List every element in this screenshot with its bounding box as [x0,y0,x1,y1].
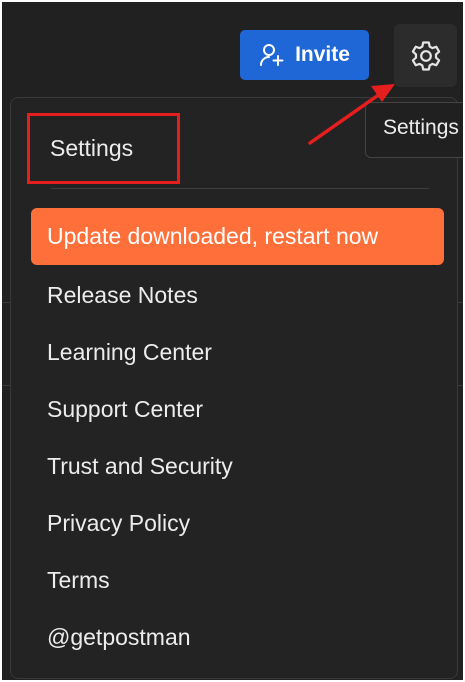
settings-gear-button[interactable] [394,24,457,87]
menu-item-privacy-policy[interactable]: Privacy Policy [47,508,190,538]
menu-item-label: Support Center [47,396,203,422]
menu-item-learning-center[interactable]: Learning Center [47,337,212,367]
menu-item-release-notes[interactable]: Release Notes [47,280,198,310]
menu-item-getpostman[interactable]: @getpostman [47,622,191,652]
background-divider [2,385,10,386]
menu-item-label: Settings [50,135,134,161]
menu-item-label: Trust and Security [47,453,233,479]
gear-icon [409,39,443,73]
menu-item-label: Terms [47,567,110,593]
app-window: Invite Settings Update downloaded, resta… [2,2,463,680]
background-divider [458,385,463,386]
update-label: Update downloaded, restart now [47,223,379,249]
tooltip-label: Settings [383,116,459,139]
menu-item-label: Release Notes [47,282,198,308]
invite-button[interactable]: Invite [240,30,369,80]
menu-divider [51,188,429,189]
menu-item-label: Learning Center [47,339,212,365]
background-divider [458,302,463,303]
background-divider [2,302,10,303]
menu-item-label: Privacy Policy [47,510,191,536]
settings-dropdown-menu: Settings Update downloaded, restart now … [10,97,458,679]
menu-item-settings[interactable]: Settings [27,113,180,184]
menu-item-terms[interactable]: Terms [47,565,110,595]
menu-item-trust-and-security[interactable]: Trust and Security [47,451,233,481]
menu-item-support-center[interactable]: Support Center [47,394,203,424]
menu-item-label: @getpostman [47,624,191,650]
add-user-icon [259,42,285,68]
settings-tooltip: Settings [365,102,463,158]
top-bar: Invite [2,2,463,97]
invite-label: Invite [295,43,350,66]
update-restart-button[interactable]: Update downloaded, restart now [31,208,444,265]
